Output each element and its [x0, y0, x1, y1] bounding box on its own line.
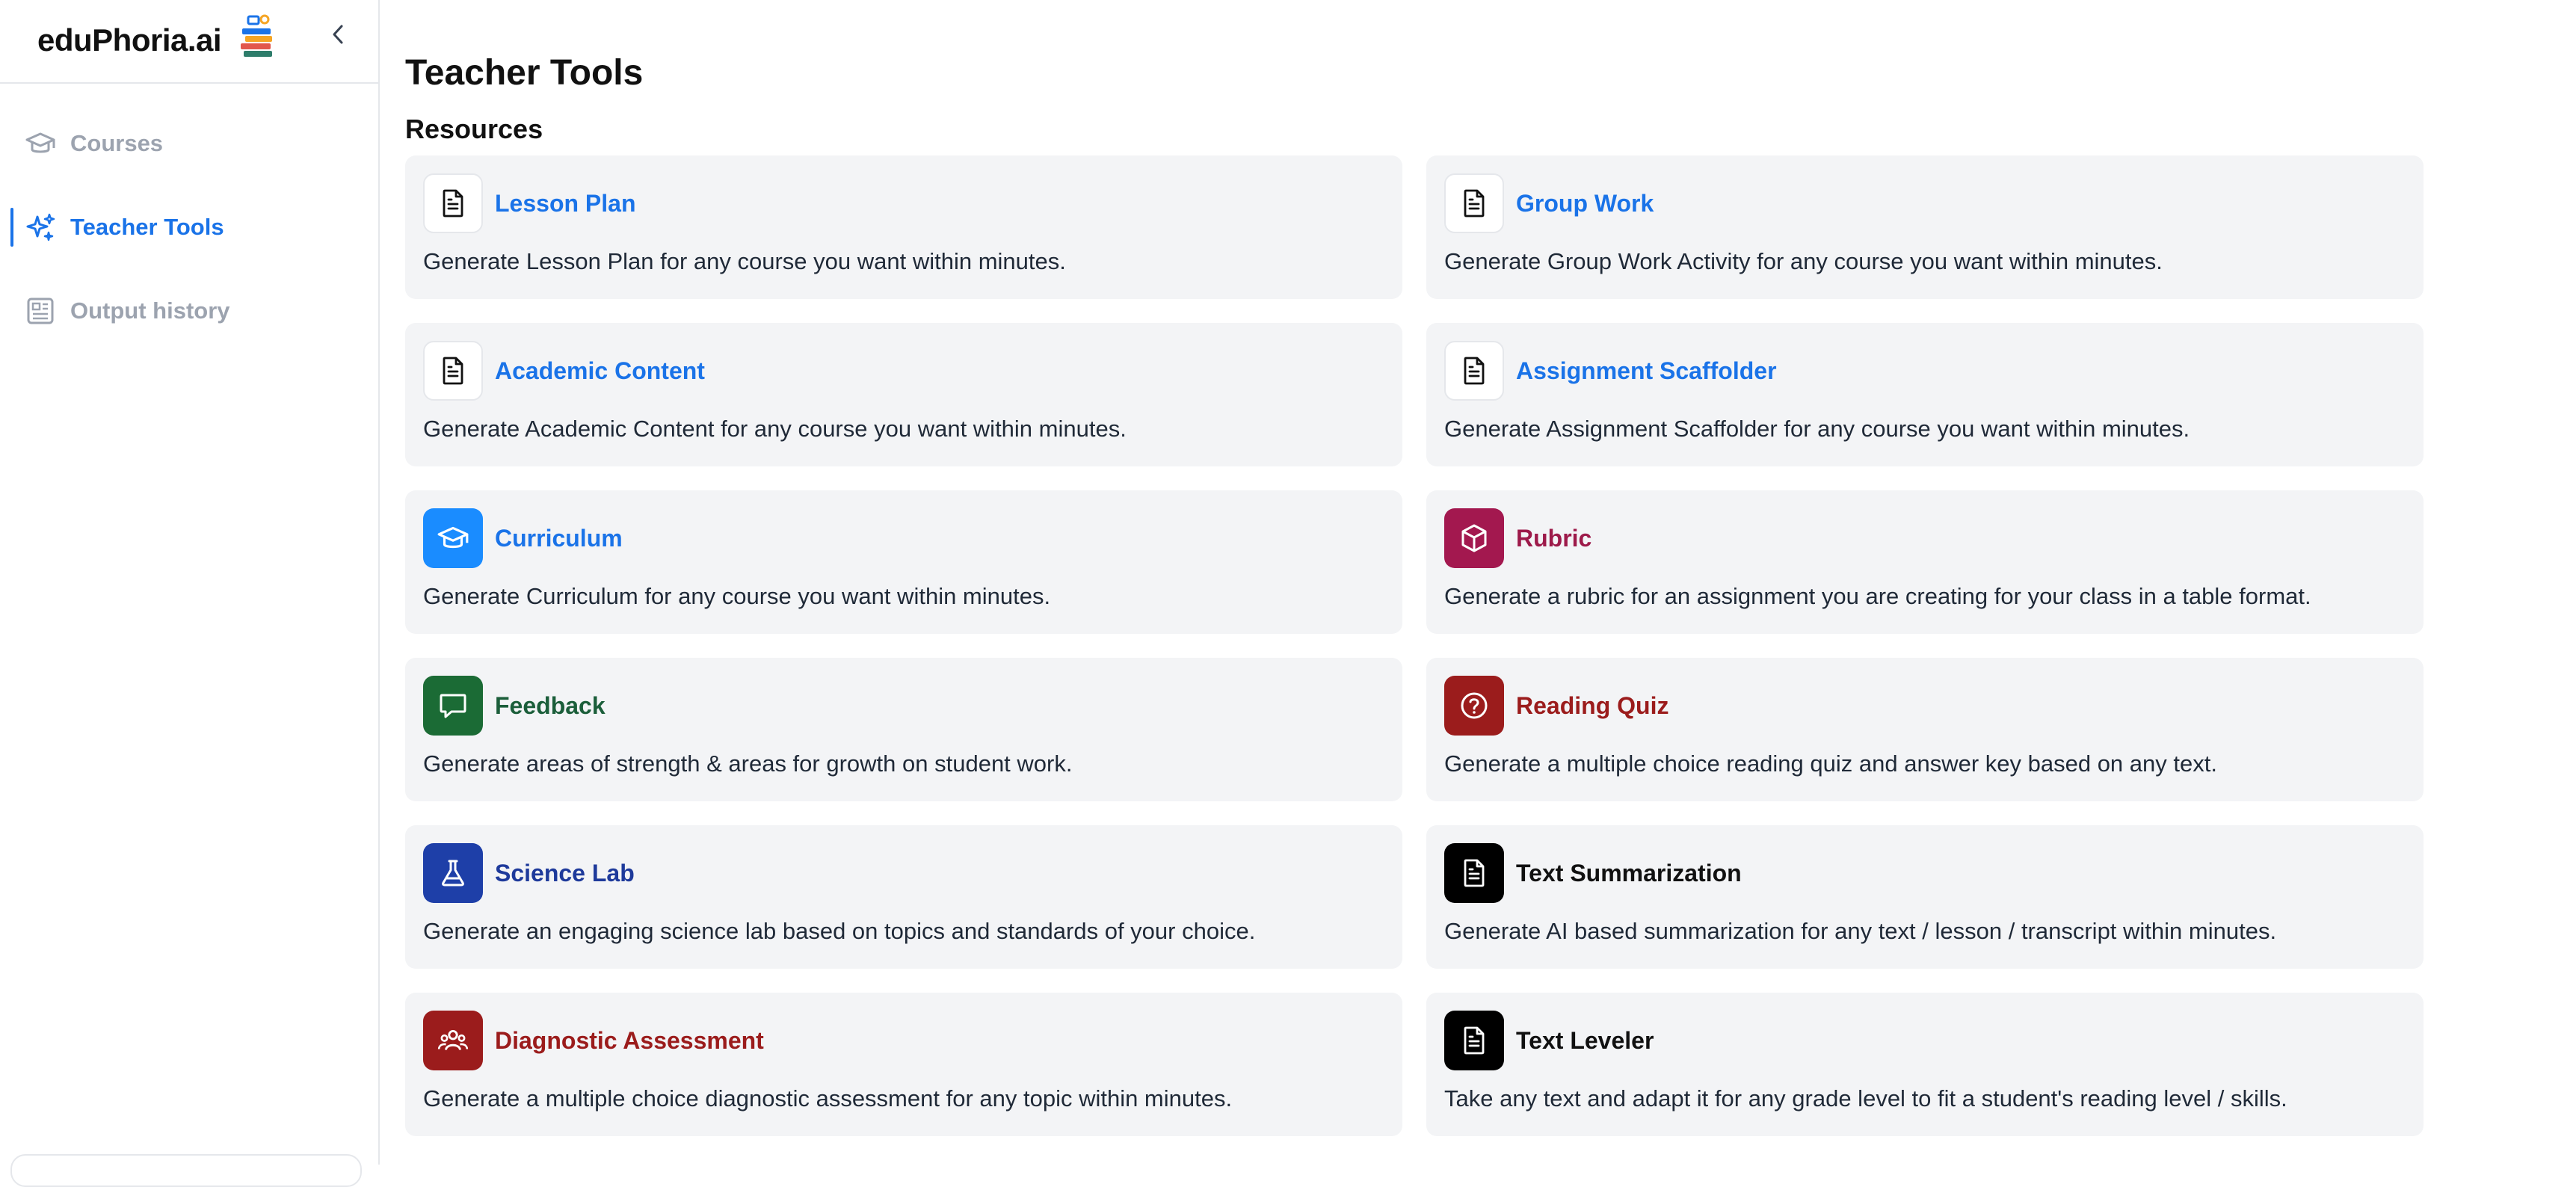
card-title: Academic Content — [495, 357, 705, 384]
collapse-sidebar-button[interactable] — [323, 19, 353, 52]
sparkles-icon — [24, 211, 57, 244]
sidebar-item-label: Teacher Tools — [70, 214, 224, 240]
card-title: Assignment Scaffolder — [1516, 357, 1777, 384]
section-title: Resources — [405, 114, 543, 144]
card-title: Curriculum — [495, 525, 623, 552]
document-icon — [423, 341, 483, 401]
tool-card-reading-quiz[interactable]: Reading Quiz Generate a multiple choice … — [1426, 658, 2424, 801]
card-title: Reading Quiz — [1516, 692, 1669, 719]
card-title: Feedback — [495, 692, 606, 719]
card-description: Take any text and adapt it for any grade… — [1444, 1085, 2287, 1112]
card-description: Generate an engaging science lab based o… — [423, 918, 1256, 944]
document-icon — [1444, 173, 1504, 233]
tool-card-academic-content[interactable]: Academic Content Generate Academic Conte… — [405, 323, 1402, 466]
card-description: Generate Assignment Scaffolder for any c… — [1444, 416, 2190, 442]
newspaper-icon — [24, 295, 57, 327]
card-description: Generate Lesson Plan for any course you … — [423, 248, 1066, 274]
card-description: Generate Group Work Activity for any cou… — [1444, 248, 2163, 274]
card-title: Rubric — [1516, 525, 1592, 552]
card-description: Generate Curriculum for any course you w… — [423, 583, 1051, 609]
users-group-icon — [423, 1011, 483, 1070]
tool-card-assignment-scaffolder[interactable]: Assignment Scaffolder Generate Assignmen… — [1426, 323, 2424, 466]
sidebar-item-output-history[interactable]: Output history — [10, 286, 369, 336]
sidebar-item-teacher-tools[interactable]: Teacher Tools — [10, 202, 369, 253]
document-icon — [423, 173, 483, 233]
card-title: Lesson Plan — [495, 190, 636, 217]
card-title: Group Work — [1516, 190, 1654, 217]
tool-card-diagnostic-assessment[interactable]: Diagnostic Assessment Generate a multipl… — [405, 993, 1402, 1136]
chat-bubble-icon — [423, 676, 483, 736]
tool-card-feedback[interactable]: Feedback Generate areas of strength & ar… — [405, 658, 1402, 801]
tool-card-lesson-plan[interactable]: Lesson Plan Generate Lesson Plan for any… — [405, 155, 1402, 299]
card-title: Science Lab — [495, 860, 635, 887]
tool-card-science-lab[interactable]: Science Lab Generate an engaging science… — [405, 825, 1402, 969]
document-icon — [1444, 843, 1504, 903]
sidebar: eduPhoria.ai Courses Teacher Tools Outpu… — [0, 0, 380, 1187]
card-description: Generate a multiple choice diagnostic as… — [423, 1085, 1233, 1112]
flask-icon — [423, 843, 483, 903]
sidebar-item-courses[interactable]: Courses — [10, 118, 369, 169]
graduation-cap-icon — [423, 508, 483, 568]
cube-icon — [1444, 508, 1504, 568]
tool-card-group-work[interactable]: Group Work Generate Group Work Activity … — [1426, 155, 2424, 299]
card-title: Text Summarization — [1516, 860, 1742, 887]
page-title: Teacher Tools — [405, 53, 644, 93]
card-description: Generate a rubric for an assignment you … — [1444, 583, 2311, 609]
tool-card-rubric[interactable]: Rubric Generate a rubric for an assignme… — [1426, 490, 2424, 634]
card-description: Generate a multiple choice reading quiz … — [1444, 750, 2217, 777]
books-logo-icon — [238, 12, 278, 63]
card-description: Generate areas of strength & areas for g… — [423, 750, 1073, 777]
document-icon — [1444, 1011, 1504, 1070]
tool-card-text-leveler[interactable]: Text Leveler Take any text and adapt it … — [1426, 993, 2424, 1136]
card-description: Generate Academic Content for any course… — [423, 416, 1127, 442]
document-icon — [1444, 341, 1504, 401]
tool-card-curriculum[interactable]: Curriculum Generate Curriculum for any c… — [405, 490, 1402, 634]
graduation-cap-icon — [24, 127, 57, 160]
brand-header: eduPhoria.ai — [0, 0, 378, 84]
question-circle-icon — [1444, 676, 1504, 736]
chevron-left-icon — [330, 24, 345, 49]
card-title: Text Leveler — [1516, 1027, 1654, 1054]
sidebar-item-label: Courses — [70, 130, 164, 156]
tool-card-text-summarization[interactable]: Text Summarization Generate AI based sum… — [1426, 825, 2424, 969]
sidebar-footer-card — [10, 1154, 362, 1187]
card-title: Diagnostic Assessment — [495, 1027, 764, 1054]
sidebar-item-label: Output history — [70, 297, 230, 324]
card-description: Generate AI based summarization for any … — [1444, 918, 2277, 944]
brand-name: eduPhoria.ai — [37, 22, 222, 58]
